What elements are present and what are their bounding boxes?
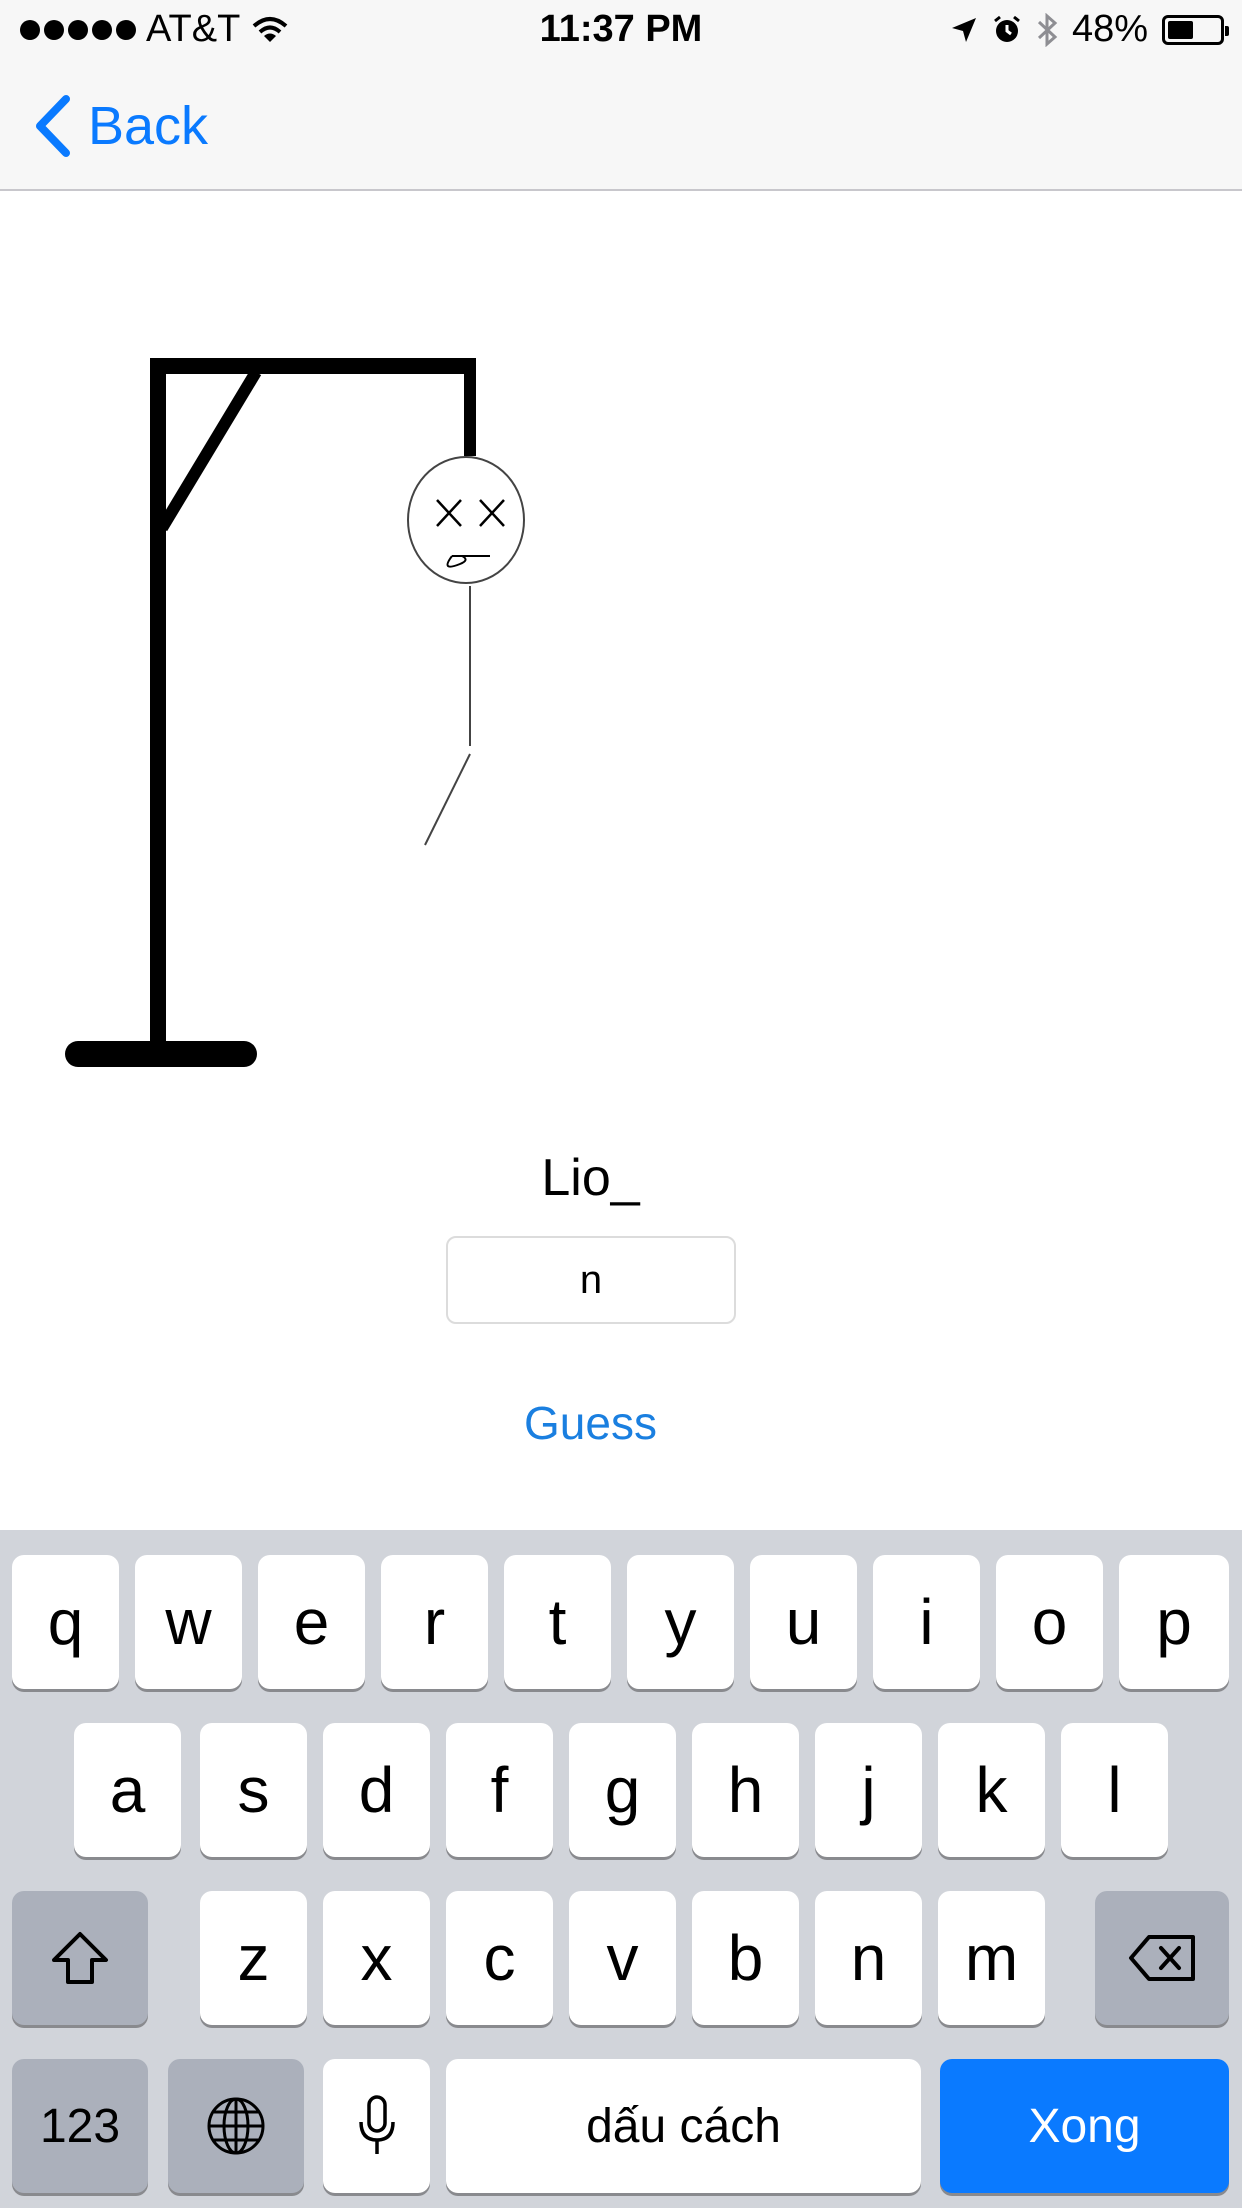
- shift-icon: [52, 1932, 108, 1984]
- alarm-icon: [994, 15, 1020, 42]
- back-button[interactable]: Back: [34, 95, 208, 157]
- globe-key[interactable]: [168, 2059, 304, 2193]
- guess-input[interactable]: [446, 1236, 736, 1324]
- key-t[interactable]: t: [504, 1555, 611, 1689]
- key-h[interactable]: h: [692, 1723, 799, 1857]
- microphone-key[interactable]: [323, 2059, 430, 2193]
- key-v[interactable]: v: [569, 1891, 676, 2025]
- navigation-bar: Back: [0, 60, 1242, 191]
- key-n[interactable]: n: [815, 1891, 922, 2025]
- status-right: 48%: [950, 8, 1229, 51]
- backspace-icon: [1129, 1935, 1195, 1981]
- left-eye-x: [436, 499, 462, 527]
- done-key[interactable]: Xong: [940, 2059, 1229, 2193]
- location-icon: [951, 17, 976, 42]
- key-m[interactable]: m: [938, 1891, 1045, 2025]
- battery-percent: 48%: [1071, 8, 1148, 50]
- key-l[interactable]: l: [1061, 1723, 1168, 1857]
- status-bar: AT&T 11:37 PM 48%: [0, 0, 1242, 60]
- key-k[interactable]: k: [938, 1723, 1045, 1857]
- key-w[interactable]: w: [135, 1555, 242, 1689]
- key-x[interactable]: x: [323, 1891, 430, 2025]
- chevron-left-icon: [36, 95, 70, 157]
- hanged-man: [407, 456, 525, 846]
- key-q[interactable]: q: [12, 1555, 119, 1689]
- head: [407, 456, 525, 584]
- mouth: [446, 555, 490, 568]
- hangman-drawing: [65, 358, 525, 1067]
- microphone-icon: [358, 2095, 395, 2154]
- key-p[interactable]: p: [1119, 1555, 1229, 1689]
- key-i[interactable]: i: [873, 1555, 980, 1689]
- guess-button[interactable]: Guess: [0, 1395, 1181, 1451]
- left-leg: [424, 753, 471, 846]
- key-y[interactable]: y: [627, 1555, 734, 1689]
- key-j[interactable]: j: [815, 1723, 922, 1857]
- key-b[interactable]: b: [692, 1891, 799, 2025]
- word-display: Lio_: [541, 1149, 640, 1207]
- gallows-brace: [156, 368, 262, 532]
- key-o[interactable]: o: [996, 1555, 1103, 1689]
- globe-icon: [207, 2097, 265, 2155]
- space-key[interactable]: dấu cách: [446, 2059, 921, 2193]
- key-u[interactable]: u: [750, 1555, 857, 1689]
- key-f[interactable]: f: [446, 1723, 553, 1857]
- keyboard: q w e r t y u i o p a s d f g h j k l z …: [0, 1530, 1242, 2208]
- key-g[interactable]: g: [569, 1723, 676, 1857]
- battery-icon: [1162, 14, 1229, 45]
- key-z[interactable]: z: [200, 1891, 307, 2025]
- key-d[interactable]: d: [323, 1723, 430, 1857]
- key-c[interactable]: c: [446, 1891, 553, 2025]
- numbers-key[interactable]: 123: [12, 2059, 148, 2193]
- backspace-key[interactable]: [1095, 1891, 1229, 2025]
- shift-key[interactable]: [12, 1891, 148, 2025]
- key-a[interactable]: a: [74, 1723, 181, 1857]
- key-s[interactable]: s: [200, 1723, 307, 1857]
- right-eye-x: [479, 499, 505, 527]
- gallows: [65, 358, 476, 1067]
- key-r[interactable]: r: [381, 1555, 488, 1689]
- bluetooth-icon: [1037, 12, 1058, 47]
- key-e[interactable]: e: [258, 1555, 365, 1689]
- back-label: Back: [88, 96, 209, 156]
